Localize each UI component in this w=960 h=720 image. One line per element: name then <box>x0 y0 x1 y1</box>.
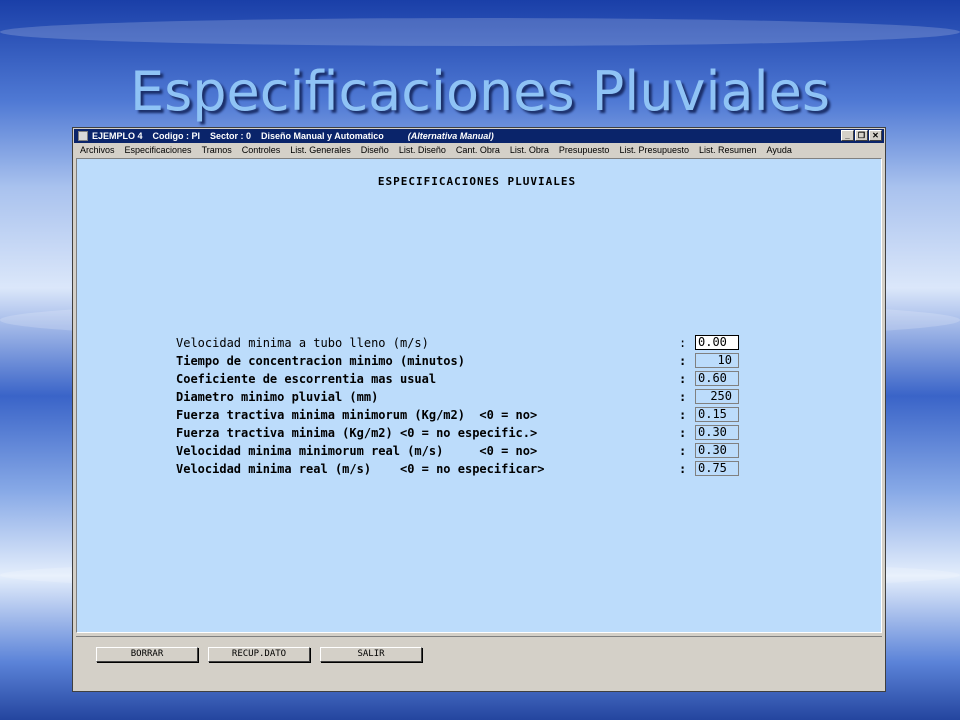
coeficiente-escorrentia-input[interactable]: 0.60 <box>695 371 739 386</box>
salir-button[interactable]: SALIR <box>320 647 422 662</box>
menu-tramos[interactable]: Tramos <box>202 145 232 155</box>
form-panel: ESPECIFICACIONES PLUVIALES Velocidad min… <box>76 158 882 633</box>
title-project: EJEMPLO 4 <box>92 131 143 141</box>
title-mode: Diseño Manual y Automatico <box>261 131 384 141</box>
close-button[interactable]: ✕ <box>869 130 882 141</box>
fields-list: Velocidad minima a tubo lleno (m/s) : 0.… <box>176 334 776 478</box>
velocidad-minima-real-input[interactable]: 0.75 <box>695 461 739 476</box>
recup-dato-button[interactable]: RECUP.DATO <box>208 647 310 662</box>
field-colon: : <box>679 336 687 350</box>
menu-diseno[interactable]: Diseño <box>361 145 389 155</box>
field-label: Velocidad minima real (m/s) <0 = no espe… <box>176 462 545 476</box>
title-codigo: Codigo : PI <box>152 131 201 141</box>
field-row: Fuerza tractiva minima (Kg/m2) <0 = no e… <box>176 424 776 442</box>
menu-list-diseno[interactable]: List. Diseño <box>399 145 446 155</box>
field-colon: : <box>679 354 687 368</box>
window-titlebar[interactable]: EJEMPLO 4 Codigo : PI Sector : 0 Diseño … <box>74 129 884 143</box>
button-bar: BORRAR RECUP.DATO SALIR <box>76 636 882 689</box>
title-alternative: (Alternativa Manual) <box>407 131 494 141</box>
field-colon: : <box>679 462 687 476</box>
field-row: Diametro minimo pluvial (mm) : 250 <box>176 388 776 406</box>
slide-title: Especificaciones Pluviales <box>130 60 830 123</box>
field-row: Velocidad minima real (m/s) <0 = no espe… <box>176 460 776 478</box>
field-row: Velocidad minima minimorum real (m/s) <0… <box>176 442 776 460</box>
background-streak <box>0 18 960 46</box>
field-colon: : <box>679 408 687 422</box>
field-label: Tiempo de concentracion minimo (minutos) <box>176 354 465 368</box>
field-label: Coeficiente de escorrentia mas usual <box>176 372 437 386</box>
menu-list-presupuesto[interactable]: List. Presupuesto <box>619 145 689 155</box>
velocidad-minimorum-real-input[interactable]: 0.30 <box>695 443 739 458</box>
menu-bar: Archivos Especificaciones Tramos Control… <box>74 143 884 157</box>
field-label: Fuerza tractiva minima minimorum (Kg/m2)… <box>176 408 538 422</box>
title-sector: Sector : 0 <box>210 131 252 141</box>
borrar-button[interactable]: BORRAR <box>96 647 198 662</box>
field-colon: : <box>679 444 687 458</box>
app-icon <box>78 131 88 141</box>
menu-list-resumen[interactable]: List. Resumen <box>699 145 757 155</box>
menu-presupuesto[interactable]: Presupuesto <box>559 145 610 155</box>
form-heading: ESPECIFICACIONES PLUVIALES <box>377 175 577 188</box>
diametro-minimo-input[interactable]: 250 <box>695 389 739 404</box>
menu-ayuda[interactable]: Ayuda <box>767 145 792 155</box>
field-row: Fuerza tractiva minima minimorum (Kg/m2)… <box>176 406 776 424</box>
field-row: Tiempo de concentracion minimo (minutos)… <box>176 352 776 370</box>
velocidad-minima-input[interactable]: 0.00 <box>695 335 739 350</box>
field-label: Diametro minimo pluvial (mm) <box>176 390 379 404</box>
field-colon: : <box>679 372 687 386</box>
minimize-button[interactable]: _ <box>841 130 854 141</box>
menu-controles[interactable]: Controles <box>242 145 281 155</box>
field-label: Fuerza tractiva minima (Kg/m2) <0 = no e… <box>176 426 538 440</box>
menu-especificaciones[interactable]: Especificaciones <box>125 145 192 155</box>
field-colon: : <box>679 390 687 404</box>
field-label: Velocidad minima a tubo lleno (m/s) <box>176 336 429 350</box>
menu-cant-obra[interactable]: Cant. Obra <box>456 145 500 155</box>
field-label: Velocidad minima minimorum real (m/s) <0… <box>176 444 538 458</box>
menu-list-obra[interactable]: List. Obra <box>510 145 549 155</box>
restore-button[interactable]: ❐ <box>855 130 868 141</box>
field-row: Coeficiente de escorrentia mas usual : 0… <box>176 370 776 388</box>
field-colon: : <box>679 426 687 440</box>
tiempo-concentracion-input[interactable]: 10 <box>695 353 739 368</box>
app-window: EJEMPLO 4 Codigo : PI Sector : 0 Diseño … <box>72 127 886 692</box>
fuerza-tractiva-minimorum-input[interactable]: 0.15 <box>695 407 739 422</box>
menu-list-generales[interactable]: List. Generales <box>290 145 351 155</box>
field-row: Velocidad minima a tubo lleno (m/s) : 0.… <box>176 334 776 352</box>
menu-archivos[interactable]: Archivos <box>80 145 115 155</box>
fuerza-tractiva-minima-input[interactable]: 0.30 <box>695 425 739 440</box>
